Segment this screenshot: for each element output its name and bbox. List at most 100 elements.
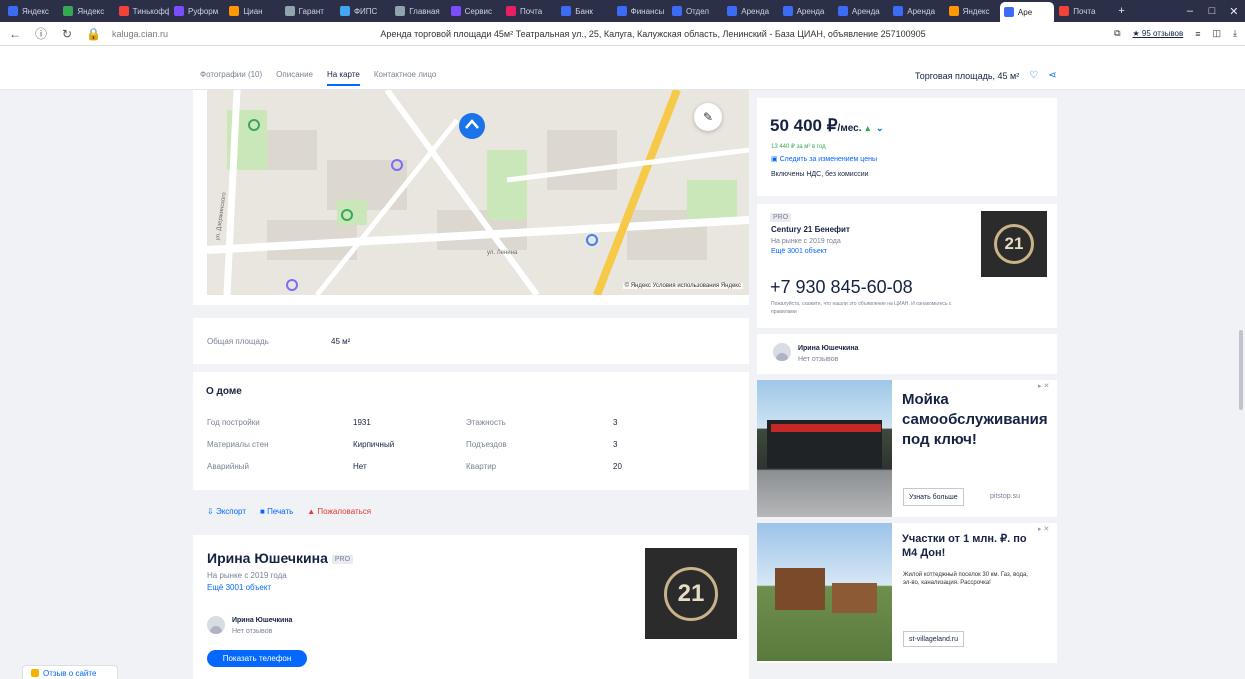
subscribe-price-link[interactable]: ▣ Следить за изменением цены — [771, 155, 877, 163]
house-row-value: 3 — [613, 418, 618, 427]
house-row-value: Нет — [353, 462, 367, 471]
scrollbar-thumb[interactable] — [1239, 330, 1243, 410]
browser-tab-strip: Яндекс Яндекс Тинькофф Руформ Циан Гарант ФИПС… — [0, 0, 1245, 22]
tab-favicon-icon — [505, 6, 516, 16]
tab-favicon-icon — [1003, 7, 1014, 17]
house-title: О доме — [206, 386, 242, 397]
area-label: Общая площадь — [207, 337, 269, 346]
complain-label: Пожаловаться — [317, 507, 372, 516]
browser-tab[interactable]: ФИПС — [336, 3, 390, 20]
ad-info-icon[interactable]: ▸ ✕ — [1038, 525, 1049, 533]
info-icon[interactable]: ⓘ — [34, 25, 48, 42]
ad-photo-house — [775, 568, 825, 610]
browser-tab[interactable]: Главная — [391, 3, 445, 20]
subnav-link[interactable]: Контактное лицо — [374, 70, 436, 86]
subnav-links: Фотографии (10) Описание На карте Контактно… — [200, 70, 436, 86]
complain-button[interactable]: ▲ Пожаловаться — [307, 507, 371, 516]
house-row-label: Аварийный — [207, 462, 249, 471]
agency-name[interactable]: Century 21 Бенефит — [771, 225, 850, 234]
browser-tab-label: Яндекс — [77, 6, 105, 16]
ad2-link-label: st-villageland.ru — [909, 635, 959, 643]
ad1-more-button[interactable]: Узнать больше — [903, 488, 964, 506]
browser-tab[interactable]: Отдел — [668, 3, 722, 20]
url-text[interactable]: kaluga.cian.ru — [112, 29, 192, 39]
phone-note: Пожалуйста, скажите, что нашли это объяв… — [771, 301, 952, 315]
contact-name[interactable]: Ирина Юшечкина — [798, 345, 858, 352]
phone-number[interactable]: +7 930 845-60-08 — [770, 277, 913, 298]
browser-tab-label: Отдел — [685, 6, 710, 16]
maximize-icon[interactable]: □ — [1201, 5, 1223, 17]
ad2-link-button[interactable]: st-villageland.ru — [903, 631, 965, 647]
price-value: 50 400 ₽ — [770, 116, 838, 135]
ad-house-photo[interactable] — [757, 523, 892, 661]
browser-tab-label: Аренда — [741, 6, 770, 16]
browser-tab[interactable]: Гарант — [281, 3, 335, 20]
export-label: Экспорт — [215, 507, 246, 516]
agent-sub-name[interactable]: Ирина Юшечкина — [232, 617, 292, 624]
ad1-title[interactable]: Мойка самообслуживания под ключ! — [902, 390, 1048, 450]
chevron-down-icon[interactable]: ⌄ — [876, 123, 884, 133]
agent-more-link[interactable]: Ещё 3001 объект — [207, 583, 271, 592]
ad2-title[interactable]: Участки от 1 млн. ₽. по М4 Дон! — [902, 532, 1042, 560]
bookmark-icon[interactable]: ≡ — [1195, 29, 1200, 39]
tab-favicon-icon — [893, 6, 904, 16]
house-row-label: Год постройки — [207, 418, 260, 427]
subnav-link[interactable]: На карте — [326, 70, 360, 86]
browser-tab[interactable]: Яндекс — [945, 3, 999, 20]
favorite-icon[interactable]: ♡ — [1029, 70, 1038, 81]
feedback-label: Отзыв о сайте — [43, 668, 97, 678]
ad-photo-house — [832, 583, 877, 613]
share-icon[interactable]: ⋖ — [1048, 70, 1056, 81]
location-map[interactable]: ул. Дзержинского ул. Ленина © Яндекс Усл… — [207, 90, 749, 295]
close-icon[interactable]: ✕ — [1223, 5, 1245, 18]
ad2-text: Жилой коттеджный поселок 30 км. Газ, вод… — [903, 572, 1028, 586]
print-button[interactable]: ■ Печать — [260, 507, 293, 516]
ad1-domain[interactable]: pitstop.su — [990, 493, 1020, 500]
map-credits[interactable]: © Яндекс Условия использования Яндекс — [622, 283, 743, 289]
tab-favicon-icon — [561, 6, 572, 16]
agent-name[interactable]: Ирина Юшечкина PRO — [207, 550, 354, 566]
browser-tab[interactable]: Тинькофф — [115, 3, 169, 20]
browser-tab[interactable]: Сервис — [447, 3, 501, 20]
browser-tab[interactable]: Банк — [557, 3, 611, 20]
browser-tab[interactable]: Аренда — [889, 3, 943, 20]
browser-tab[interactable]: Яндекс — [59, 3, 113, 20]
browser-tab[interactable]: Циан — [225, 3, 279, 20]
edit-icon[interactable]: ✎ — [694, 103, 722, 131]
browser-tab[interactable]: Аре — [999, 2, 1055, 22]
browser-tab[interactable]: Почта — [502, 3, 556, 20]
minimize-icon[interactable]: – — [1179, 5, 1201, 17]
ad-info-icon[interactable]: ▸ ✕ — [1038, 382, 1049, 390]
subnav-link[interactable]: Фотографии (10) — [200, 70, 262, 86]
browser-tab[interactable]: Аренда — [723, 3, 777, 20]
show-phone-button[interactable]: Показать телефон — [207, 650, 307, 667]
browser-tab[interactable]: Аренда — [834, 3, 888, 20]
browser-tab[interactable]: Почта — [1055, 3, 1109, 20]
subnav-link[interactable]: Описание — [276, 70, 313, 86]
browser-tab[interactable]: Руформ — [170, 3, 224, 20]
browser-tab[interactable]: Финансы — [613, 3, 667, 20]
subnav-area: Торговая площадь, 45 м² ♡ ⋖ — [915, 70, 1057, 81]
tab-count-icon[interactable]: ⧉ — [1114, 28, 1120, 39]
agency-logo[interactable]: 21 — [981, 211, 1047, 277]
feedback-button[interactable]: Отзыв о сайте — [22, 665, 118, 679]
download-icon[interactable]: ⤓ — [1233, 28, 1237, 39]
reload-icon[interactable]: ↻ — [60, 27, 74, 41]
agent-since: На рынке с 2019 года — [207, 571, 287, 580]
page-title[interactable]: Аренда торговой площади 45м² Театральная… — [204, 29, 1102, 39]
listing-subnav: Фотографии (10) Описание На карте Контактно… — [0, 64, 1245, 90]
tab-favicon-icon — [339, 6, 350, 16]
back-icon[interactable]: ← — [8, 27, 22, 41]
browser-tab[interactable]: Яндекс — [4, 3, 58, 20]
tab-favicon-icon — [118, 6, 129, 16]
extensions-icon[interactable]: ◫ — [1213, 28, 1222, 39]
agency-pro-badge: PRO — [770, 213, 792, 222]
ad-car-wash-photo[interactable] — [757, 380, 892, 517]
browser-tab[interactable]: Аренда — [779, 3, 833, 20]
export-button[interactable]: ⇩ Экспорт — [207, 507, 246, 516]
agency-logo[interactable]: 21 — [645, 548, 737, 639]
new-tab-icon[interactable]: + — [1111, 5, 1133, 17]
price-trend-icon[interactable]: ▴ — [866, 123, 871, 133]
reviews-link[interactable]: ★ 95 отзывов — [1133, 29, 1184, 38]
agency-more-link[interactable]: Ещё 3001 объект — [771, 248, 827, 255]
